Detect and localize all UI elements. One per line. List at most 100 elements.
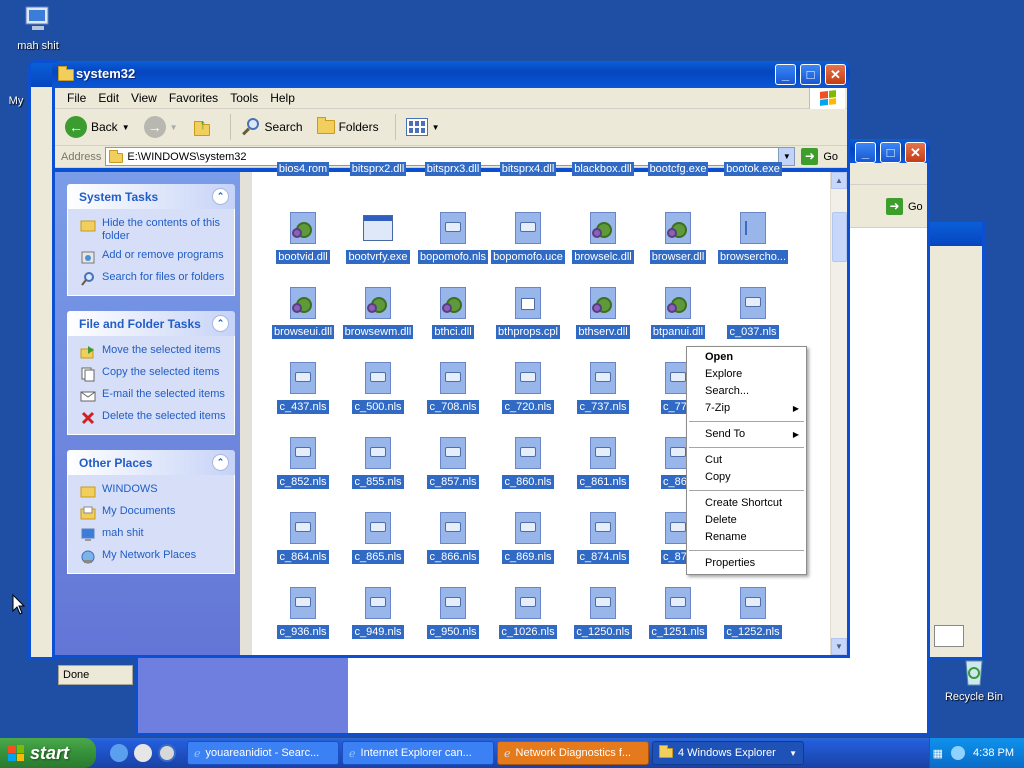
task-search-files[interactable]: Search for files or folders <box>80 271 228 287</box>
file-item[interactable]: c_936.nls <box>266 587 340 642</box>
go-button[interactable]: ➜ Go <box>801 148 838 165</box>
file-item[interactable]: c_1252.nls <box>716 587 790 642</box>
file-item[interactable]: btpanui.dll <box>641 287 715 342</box>
file-item[interactable]: c_708.nls <box>416 362 490 417</box>
file-item[interactable]: c_950.nls <box>416 587 490 642</box>
file-item[interactable]: c_860.nls <box>491 437 565 492</box>
title-bar[interactable]: system32 _ □ ✕ <box>52 61 850 88</box>
keyboard-icon[interactable]: ▦ <box>933 747 943 760</box>
file-item[interactable]: c_437.nls <box>266 362 340 417</box>
taskbar-button-network-diagnostics[interactable]: ℯ Network Diagnostics f... <box>497 741 649 765</box>
desktop-icon-mah-shit[interactable]: mah shit <box>2 4 74 52</box>
close-button[interactable]: ✕ <box>825 64 846 85</box>
file-item[interactable]: bitsprx4.dll <box>491 162 565 179</box>
file-item[interactable]: bopomofo.uce <box>491 212 565 267</box>
menu-item-send-to[interactable]: Send To ▶ <box>687 426 806 443</box>
menu-file[interactable]: File <box>61 89 92 107</box>
menu-item-search[interactable]: Search... <box>687 383 806 400</box>
folders-button[interactable]: Folders <box>313 117 383 136</box>
maximize-button[interactable]: □ <box>800 64 821 85</box>
file-item[interactable]: c_874.nls <box>566 512 640 567</box>
menu-edit[interactable]: Edit <box>92 89 125 107</box>
file-item[interactable]: c_861.nls <box>566 437 640 492</box>
menu-item-copy[interactable]: Copy <box>687 469 806 486</box>
task-add-remove-programs[interactable]: Add or remove programs <box>80 249 228 265</box>
file-item[interactable]: c_869.nls <box>491 512 565 567</box>
file-item[interactable]: bthserv.dll <box>566 287 640 342</box>
maximize-button[interactable]: □ <box>880 142 901 163</box>
file-item[interactable]: c_852.nls <box>266 437 340 492</box>
file-item[interactable]: c_720.nls <box>491 362 565 417</box>
file-item[interactable]: browsewm.dll <box>341 287 415 342</box>
go-button[interactable]: ➜ Go <box>886 198 923 215</box>
taskbar-button-youareanidiot[interactable]: ℯ youareanidiot - Searc... <box>187 741 339 765</box>
scroll-down-arrow-icon[interactable]: ▼ <box>831 638 847 655</box>
file-item[interactable]: browselc.dll <box>566 212 640 267</box>
menu-item-rename[interactable]: Rename <box>687 529 806 546</box>
file-item[interactable]: c_855.nls <box>341 437 415 492</box>
menu-help[interactable]: Help <box>264 89 301 107</box>
menu-item-delete[interactable]: Delete <box>687 512 806 529</box>
panel-header[interactable]: File and Folder Tasks ⌃ <box>67 311 235 336</box>
file-item[interactable]: bthprops.cpl <box>491 287 565 342</box>
file-item[interactable]: c_037.nls <box>716 287 790 342</box>
task-hide-contents[interactable]: Hide the contents of this folder <box>80 217 228 243</box>
menu-tools[interactable]: Tools <box>224 89 264 107</box>
clock[interactable]: 4:38 PM <box>973 747 1014 759</box>
scrollbar-thumb[interactable] <box>832 212 847 262</box>
file-item[interactable]: bootvrfy.exe <box>341 212 415 267</box>
menu-view[interactable]: View <box>125 89 163 107</box>
file-item[interactable]: bios4.rom <box>266 162 340 179</box>
file-item[interactable]: browseui.dll <box>266 287 340 342</box>
collapse-icon[interactable]: ⌃ <box>212 188 229 205</box>
views-button[interactable]: ▼ <box>402 116 444 138</box>
task-move-items[interactable]: Move the selected items <box>80 344 228 360</box>
file-item[interactable]: c_865.nls <box>341 512 415 567</box>
menu-item-explore[interactable]: Explore <box>687 366 806 383</box>
file-item[interactable]: bootok.exe <box>716 162 790 179</box>
file-item[interactable]: c_500.nls <box>341 362 415 417</box>
file-item[interactable]: bopomofo.nls <box>416 212 490 267</box>
panel-header[interactable]: System Tasks ⌃ <box>67 184 235 209</box>
menu-item-cut[interactable]: Cut <box>687 452 806 469</box>
collapse-icon[interactable]: ⌃ <box>212 454 229 471</box>
desktop-icon-recycle-bin[interactable]: Recycle Bin <box>938 655 1010 703</box>
close-button[interactable]: ✕ <box>905 142 926 163</box>
place-windows[interactable]: WINDOWS <box>80 483 228 499</box>
chevron-down-icon[interactable]: ▼ <box>170 123 178 132</box>
file-item[interactable]: c_864.nls <box>266 512 340 567</box>
background-window-third[interactable] <box>930 222 985 660</box>
collapse-icon[interactable]: ⌃ <box>212 315 229 332</box>
menu-item-properties[interactable]: Properties <box>687 555 806 572</box>
task-copy-items[interactable]: Copy the selected items <box>80 366 228 382</box>
file-item[interactable]: bitsprx3.dll <box>416 162 490 179</box>
file-item[interactable]: blackbox.dll <box>566 162 640 179</box>
file-item[interactable]: bootcfg.exe <box>641 162 715 179</box>
file-item[interactable]: c_1026.nls <box>491 587 565 642</box>
search-button[interactable]: Search <box>237 115 307 139</box>
taskbar-button-windows-explorer[interactable]: 4 Windows Explorer ▼ <box>652 741 804 765</box>
file-item[interactable]: bootvid.dll <box>266 212 340 267</box>
place-my-network-places[interactable]: My Network Places <box>80 549 228 565</box>
taskbar-button-internet-explorer[interactable]: ℯ Internet Explorer can... <box>342 741 494 765</box>
task-delete-items[interactable]: Delete the selected items <box>80 410 228 426</box>
taskpane-scrollbar[interactable] <box>240 172 252 655</box>
media-player-icon[interactable] <box>158 744 176 762</box>
file-item[interactable]: c_866.nls <box>416 512 490 567</box>
minimize-button[interactable]: _ <box>775 64 796 85</box>
scroll-up-arrow-icon[interactable]: ▲ <box>831 172 847 189</box>
file-item[interactable]: c_949.nls <box>341 587 415 642</box>
file-item[interactable]: bthci.dll <box>416 287 490 342</box>
minimize-button[interactable]: _ <box>855 142 876 163</box>
outlook-express-icon[interactable] <box>134 744 152 762</box>
file-item[interactable]: c_1250.nls <box>566 587 640 642</box>
file-item[interactable]: c_737.nls <box>566 362 640 417</box>
file-item[interactable]: c_857.nls <box>416 437 490 492</box>
chevron-down-icon[interactable]: ▼ <box>122 123 130 132</box>
start-button[interactable]: start <box>0 738 96 768</box>
forward-button[interactable]: → ▼ <box>140 114 182 140</box>
task-email-items[interactable]: E-mail the selected items <box>80 388 228 404</box>
place-my-documents[interactable]: My Documents <box>80 505 228 521</box>
internet-explorer-icon[interactable] <box>110 744 128 762</box>
desktop-icon-my[interactable]: My <box>0 95 36 107</box>
